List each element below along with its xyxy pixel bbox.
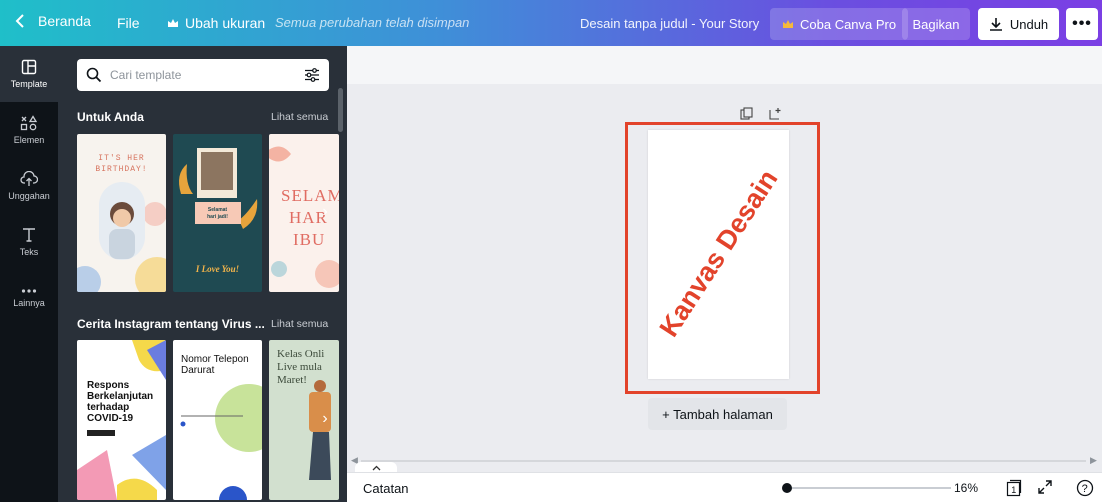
- elements-icon: [20, 115, 38, 131]
- zoom-level[interactable]: 16%: [954, 481, 978, 495]
- panel-scrollbar[interactable]: [338, 88, 343, 132]
- carousel-next-icon[interactable]: ›: [314, 197, 336, 227]
- template-search: [77, 59, 329, 91]
- download-label: Unduh: [1009, 16, 1049, 32]
- left-rail: Template Elemen Unggahan Teks Lainnya: [0, 46, 58, 502]
- rail-item-text[interactable]: Teks: [0, 214, 58, 270]
- save-status: Semua perubahan telah disimpan: [275, 15, 470, 30]
- scroll-track[interactable]: [361, 460, 1086, 462]
- back-home-button[interactable]: Beranda: [14, 13, 91, 29]
- rail-label: Teks: [19, 247, 39, 257]
- thumb-text: Selamat: [207, 207, 228, 213]
- help-button[interactable]: ?: [1076, 479, 1094, 500]
- pages-icon: 1: [1006, 479, 1022, 497]
- more-dots-icon: [21, 289, 37, 293]
- canvas-workspace: Kanvas Desain + Tambah halaman ◀ ▶: [347, 46, 1102, 472]
- more-options-button[interactable]: •••: [1066, 8, 1098, 40]
- scroll-right-icon[interactable]: ▶: [1090, 455, 1097, 466]
- rail-item-more[interactable]: Lainnya: [0, 270, 58, 326]
- top-bar: Beranda File Ubah ukuran Semua perubahan…: [0, 0, 1102, 46]
- fullscreen-icon: [1038, 480, 1052, 494]
- canva-editor: Beranda File Ubah ukuran Semua perubahan…: [0, 0, 1102, 502]
- carousel-next-icon[interactable]: ›: [314, 404, 336, 434]
- filter-icon[interactable]: [304, 68, 320, 82]
- thumb-text: I Love You!: [195, 264, 240, 274]
- add-page-button[interactable]: + Tambah halaman: [648, 398, 787, 430]
- rail-label: Unggahan: [8, 191, 50, 201]
- rail-item-template[interactable]: Template: [0, 46, 58, 102]
- see-all-link[interactable]: Lihat semua: [271, 111, 328, 123]
- template-thumbnail[interactable]: Respons Berkelanjutan terhadap COVID-19: [77, 340, 166, 500]
- help-icon: ?: [1076, 479, 1094, 497]
- share-button[interactable]: Bagikan: [902, 8, 970, 40]
- zoom-slider-track[interactable]: [792, 487, 951, 489]
- fullscreen-button[interactable]: [1037, 479, 1053, 498]
- template-thumbnail[interactable]: IT'S HER BIRTHDAY!: [77, 134, 166, 292]
- more-dots-icon: •••: [1072, 15, 1092, 32]
- page-count-button[interactable]: 1: [1006, 479, 1022, 500]
- thumb-text: IBU: [293, 230, 326, 249]
- crown-icon: [168, 19, 178, 27]
- help-glyph: ?: [1082, 483, 1088, 495]
- document-title[interactable]: Desain tanpa judul - Your Story: [580, 16, 759, 31]
- template-icon: [21, 59, 37, 75]
- add-page-icon[interactable]: [769, 107, 782, 120]
- download-icon: [989, 18, 1002, 31]
- section-title-covid: Cerita Instagram tentang Virus ...: [77, 317, 265, 331]
- notes-button[interactable]: Catatan: [363, 481, 409, 496]
- horizontal-scrollbar[interactable]: ◀ ▶: [347, 454, 1102, 468]
- rail-item-uploads[interactable]: Unggahan: [0, 158, 58, 214]
- workspace-toolbar-area: [347, 46, 1102, 84]
- download-button[interactable]: Unduh: [978, 8, 1059, 40]
- share-label: Bagikan: [912, 16, 960, 32]
- rail-label: Lainnya: [13, 298, 45, 308]
- file-menu-label: File: [117, 15, 140, 31]
- chevron-left-icon: [15, 14, 24, 28]
- thumb-text: Respons Berkelanjutan terhadap COVID-19: [87, 380, 154, 424]
- search-icon: [86, 67, 102, 83]
- rail-item-elements[interactable]: Elemen: [0, 102, 58, 158]
- bottom-bar: Catatan 16% 1 ?: [347, 472, 1102, 502]
- try-pro-button[interactable]: Coba Canva Pro: [770, 8, 909, 40]
- search-input[interactable]: [110, 68, 290, 82]
- back-home-label: Beranda: [38, 13, 91, 29]
- template-thumbnail[interactable]: Selamat hari jadi! I Love You!: [173, 134, 262, 292]
- resize-button[interactable]: Ubah ukuran: [167, 15, 265, 31]
- template-thumbnail[interactable]: Nomor Telepon Darurat: [173, 340, 262, 500]
- thumb-text: hari jadi!: [207, 214, 228, 220]
- try-pro-label: Coba Canva Pro: [800, 16, 897, 32]
- rail-label: Elemen: [13, 135, 45, 145]
- page-tools: [740, 107, 782, 120]
- template-panel: Untuk Anda Lihat semua IT'S HER BIRTHDAY…: [58, 46, 347, 502]
- thumb-text: Kelas Onli Live mula Maret!: [277, 348, 325, 386]
- thumb-text: IT'S HER: [98, 154, 145, 163]
- chevron-up-icon: [372, 465, 380, 471]
- text-icon: [23, 228, 35, 242]
- crown-icon: [783, 20, 793, 28]
- rail-label: Template: [10, 79, 48, 89]
- section-title-for-you: Untuk Anda: [77, 110, 144, 124]
- file-menu[interactable]: File: [117, 15, 140, 31]
- page-count-value: 1: [1011, 485, 1016, 495]
- thumb-text: Nomor Telepon Darurat: [181, 354, 249, 376]
- resize-label: Ubah ukuran: [185, 15, 266, 31]
- see-all-link[interactable]: Lihat semua: [271, 318, 328, 330]
- duplicate-page-icon[interactable]: [740, 107, 753, 120]
- thumb-text: BIRTHDAY!: [95, 165, 148, 174]
- zoom-slider-handle[interactable]: [782, 483, 792, 493]
- upload-icon: [20, 171, 38, 186]
